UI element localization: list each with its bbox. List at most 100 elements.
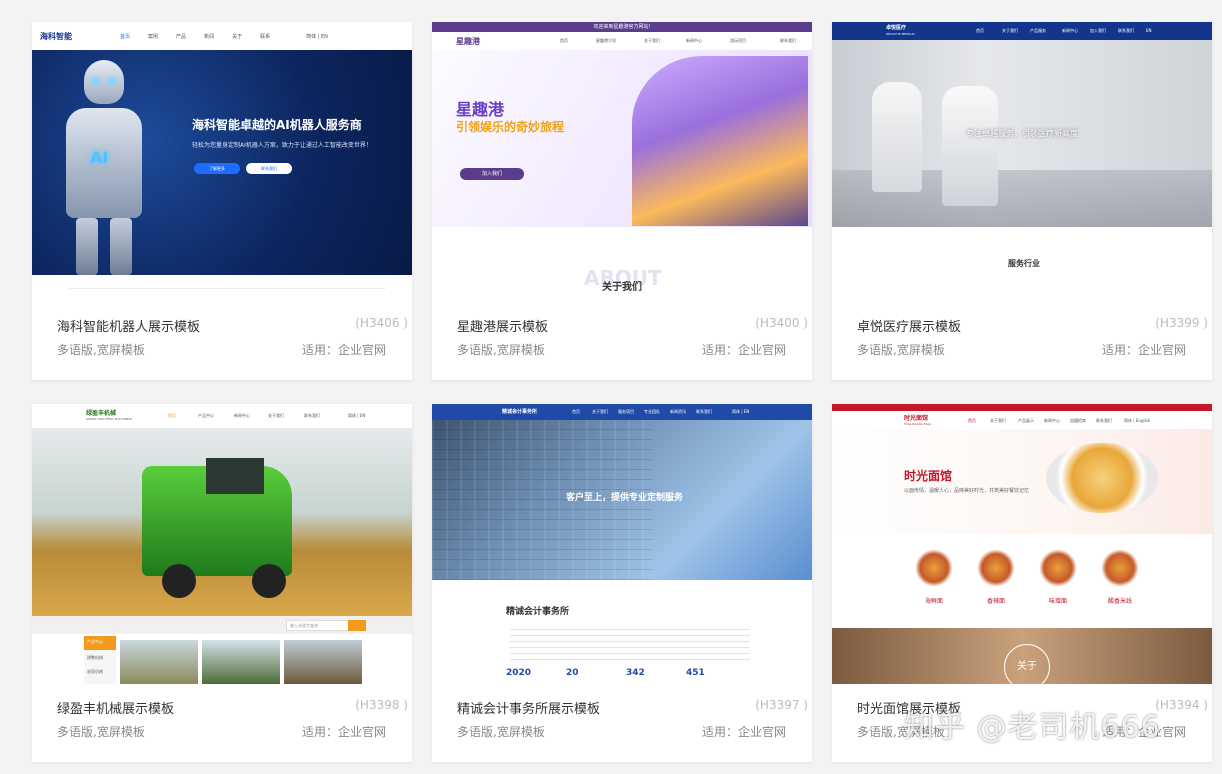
preview-nav-item: 联系我们: [780, 38, 796, 43]
template-preview-image[interactable]: 绿盈丰机械 GREEN YING FENG MACHINERY 首页 产品中心 …: [32, 404, 412, 684]
preview-button: 联系我们: [246, 163, 292, 174]
preview-navbar: 海科智能 首页 案例 产品 新闻 关于 联系 简体 | EN: [32, 22, 412, 50]
template-usage: 适用：企业官网: [702, 343, 787, 357]
template-preview-image[interactable]: 卓悦医疗 ZHUOYUE MEDICAL 首页 关于我们 产品服务 新闻中心 加…: [832, 22, 1212, 302]
preview-nav-item: 首页: [572, 409, 580, 414]
dish-image: [1098, 546, 1142, 590]
preview-hero: 星趣港 引领娱乐的奇妙旅程 加入我们: [432, 50, 812, 227]
preview-nav-item: 关于我们: [990, 418, 1006, 423]
dish-label: 味增面: [1048, 598, 1067, 605]
preview-nav-item: 新闻中心: [234, 413, 250, 418]
template-tags: 多语版,宽屏模板: [457, 725, 545, 739]
dish-image: [1036, 546, 1080, 590]
preview-section-title: 精诚会计事务所: [506, 607, 570, 617]
template-grid: 海科智能 首页 案例 产品 新闻 关于 联系 简体 | EN AI 海科智能卓越…: [32, 22, 1212, 766]
dish-label: 海鲜面: [924, 598, 943, 605]
preview-search-bar: 输入关键字查询: [32, 616, 412, 634]
preview-divider: [68, 288, 386, 302]
preview-topbar: [832, 404, 1212, 411]
preview-nav-item: 新闻: [204, 33, 215, 40]
preview-lang: 简体 | EN: [732, 409, 750, 414]
template-usage: 适用：企业官网: [302, 343, 387, 357]
template-preview-image[interactable]: 欢迎来到星趣港官方网站! 星趣港 首页 星趣港介绍 关于我们 新闻中心 游玩项目…: [432, 22, 812, 302]
dish-label: 香辣面: [986, 598, 1005, 605]
preview-button: 加入我们: [460, 168, 524, 180]
template-preview-image[interactable]: 时光面馆 Time Noodle Shop 首页 关于我们 产品展示 新闻中心 …: [832, 404, 1212, 684]
preview-side-item: 耕整机械: [87, 655, 103, 660]
preview-nav-item: 联系我们: [696, 409, 712, 414]
preview-nav-item: 新闻中心: [686, 38, 702, 43]
preview-navbar: 卓悦医疗 ZHUOYUE MEDICAL 首页 关于我们 产品服务 新闻中心 加…: [832, 22, 1212, 40]
watermark-text: 知乎 @老司机666: [904, 710, 1161, 745]
template-title[interactable]: 海科智能机器人展示模板: [57, 316, 200, 335]
template-info: 海科智能机器人展示模板 (H3406 ) 多语版,宽屏模板 适用：企业官网: [32, 302, 412, 380]
dish-label: 酸香米线: [1107, 598, 1132, 605]
scientist-figure: [872, 82, 922, 192]
template-card[interactable]: 海科智能 首页 案例 产品 新闻 关于 联系 简体 | EN AI 海科智能卓越…: [32, 22, 412, 380]
preview-hero: 时光面馆 以面传情，温暖人心，品味美好时光，共筑美好餐饮记忆: [832, 429, 1212, 534]
template-preview-image[interactable]: 海科智能 首页 案例 产品 新闻 关于 联系 简体 | EN AI 海科智能卓越…: [32, 22, 412, 302]
template-card[interactable]: 精诚会计事务所 首页 关于我们 服务项目 专业团队 新闻资讯 联系我们 简体 |…: [432, 404, 812, 762]
preview-stat: 451: [686, 668, 705, 678]
preview-nav-item: 联系我们: [304, 413, 320, 418]
preview-nav-item: 新闻中心: [1044, 418, 1060, 423]
preview-nav-item: 产品: [176, 33, 187, 40]
template-code: (H3406 ): [355, 316, 408, 330]
preview-hero: 客户至上，提供专业定制服务: [432, 420, 812, 580]
preview-hero: [32, 428, 412, 616]
template-code: (H3399 ): [1155, 316, 1208, 330]
scientist-figure: [942, 86, 998, 206]
dish-image: [912, 546, 956, 590]
template-title[interactable]: 卓悦医疗展示模板: [857, 316, 961, 335]
preview-logo: 精诚会计事务所: [502, 409, 538, 415]
noodle-bowl-image: [1046, 443, 1158, 513]
preview-side-item: 产品中心: [87, 639, 103, 644]
preview-nav-item: 首页: [168, 413, 176, 418]
harvester-cab: [206, 458, 264, 494]
preview-paragraph: [510, 626, 750, 660]
preview-navbar: 绿盈丰机械 GREEN YING FENG MACHINERY 首页 产品中心 …: [32, 404, 412, 428]
playground-image: [632, 56, 808, 226]
template-info: 绿盈丰机械展示模板 (H3398 ) 多语版,宽屏模板 适用：企业官网: [32, 684, 412, 762]
template-tags: 多语版,宽屏模板: [857, 343, 945, 357]
preview-nav-item: 服务项目: [618, 409, 634, 414]
preview-headline: 专注卓越服务，引领医疗新高度: [966, 129, 1078, 138]
dish-image: [974, 546, 1018, 590]
template-tags: 多语版,宽屏模板: [57, 343, 145, 357]
preview-nav-item: 首页: [120, 33, 131, 40]
template-title[interactable]: 精诚会计事务所展示模板: [457, 698, 600, 717]
template-tags: 多语版,宽屏模板: [57, 725, 145, 739]
preview-about-title: 关于我们: [602, 282, 642, 293]
preview-headline: 海科智能卓越的AI机器人服务商: [192, 118, 362, 132]
preview-nav-item: 首页: [968, 418, 976, 423]
preview-nav-item: 首页: [976, 28, 984, 33]
template-tags: 多语版,宽屏模板: [457, 343, 545, 357]
template-title[interactable]: 绿盈丰机械展示模板: [57, 698, 174, 717]
preview-logo: 星趣港: [456, 37, 480, 46]
preview-search-input: 输入关键字查询: [286, 620, 351, 631]
template-card[interactable]: 绿盈丰机械 GREEN YING FENG MACHINERY 首页 产品中心 …: [32, 404, 412, 762]
preview-hero: AI 海科智能卓越的AI机器人服务商 轻松为您量身定制AI机器人方案，致力于让通…: [32, 50, 412, 275]
template-card[interactable]: 欢迎来到星趣港官方网站! 星趣港 首页 星趣港介绍 关于我们 新闻中心 游玩项目…: [432, 22, 812, 380]
preview-stat: 20: [566, 668, 579, 678]
preview-topbar: 欢迎来到星趣港官方网站!: [432, 22, 812, 32]
preview-subline: 引领娱乐的奇妙旅程: [456, 120, 565, 134]
preview-nav-item: 加盟招商: [1070, 418, 1086, 423]
preview-button: 了解更多: [194, 163, 240, 174]
preview-nav-item: 产品服务: [1030, 28, 1046, 33]
template-info: 精诚会计事务所展示模板 (H3397 ) 多语版,宽屏模板 适用：企业官网: [432, 684, 812, 762]
preview-nav-item: 关于我们: [644, 38, 660, 43]
template-card[interactable]: 卓悦医疗 ZHUOYUE MEDICAL 首页 关于我们 产品服务 新闻中心 加…: [832, 22, 1212, 380]
preview-nav-item: 新闻中心: [1062, 28, 1078, 33]
template-preview-image[interactable]: 精诚会计事务所 首页 关于我们 服务项目 专业团队 新闻资讯 联系我们 简体 |…: [432, 404, 812, 684]
template-code: (H3397 ): [755, 698, 808, 712]
product-thumb: [284, 640, 362, 684]
template-title[interactable]: 星趣港展示模板: [457, 316, 548, 335]
preview-navbar: 精诚会计事务所 首页 关于我们 服务项目 专业团队 新闻资讯 联系我们 简体 |…: [432, 404, 812, 420]
preview-lang: 简体 | English: [1124, 418, 1151, 423]
preview-nav-item: EN: [1146, 28, 1152, 33]
template-code: (H3398 ): [355, 698, 408, 712]
preview-headline: 星趣港: [456, 100, 505, 119]
preview-subline: 轻松为您量身定制AI机器人方案，致力于让通过人工智能改变世界！: [192, 142, 372, 149]
preview-stat: 2020: [506, 668, 532, 678]
